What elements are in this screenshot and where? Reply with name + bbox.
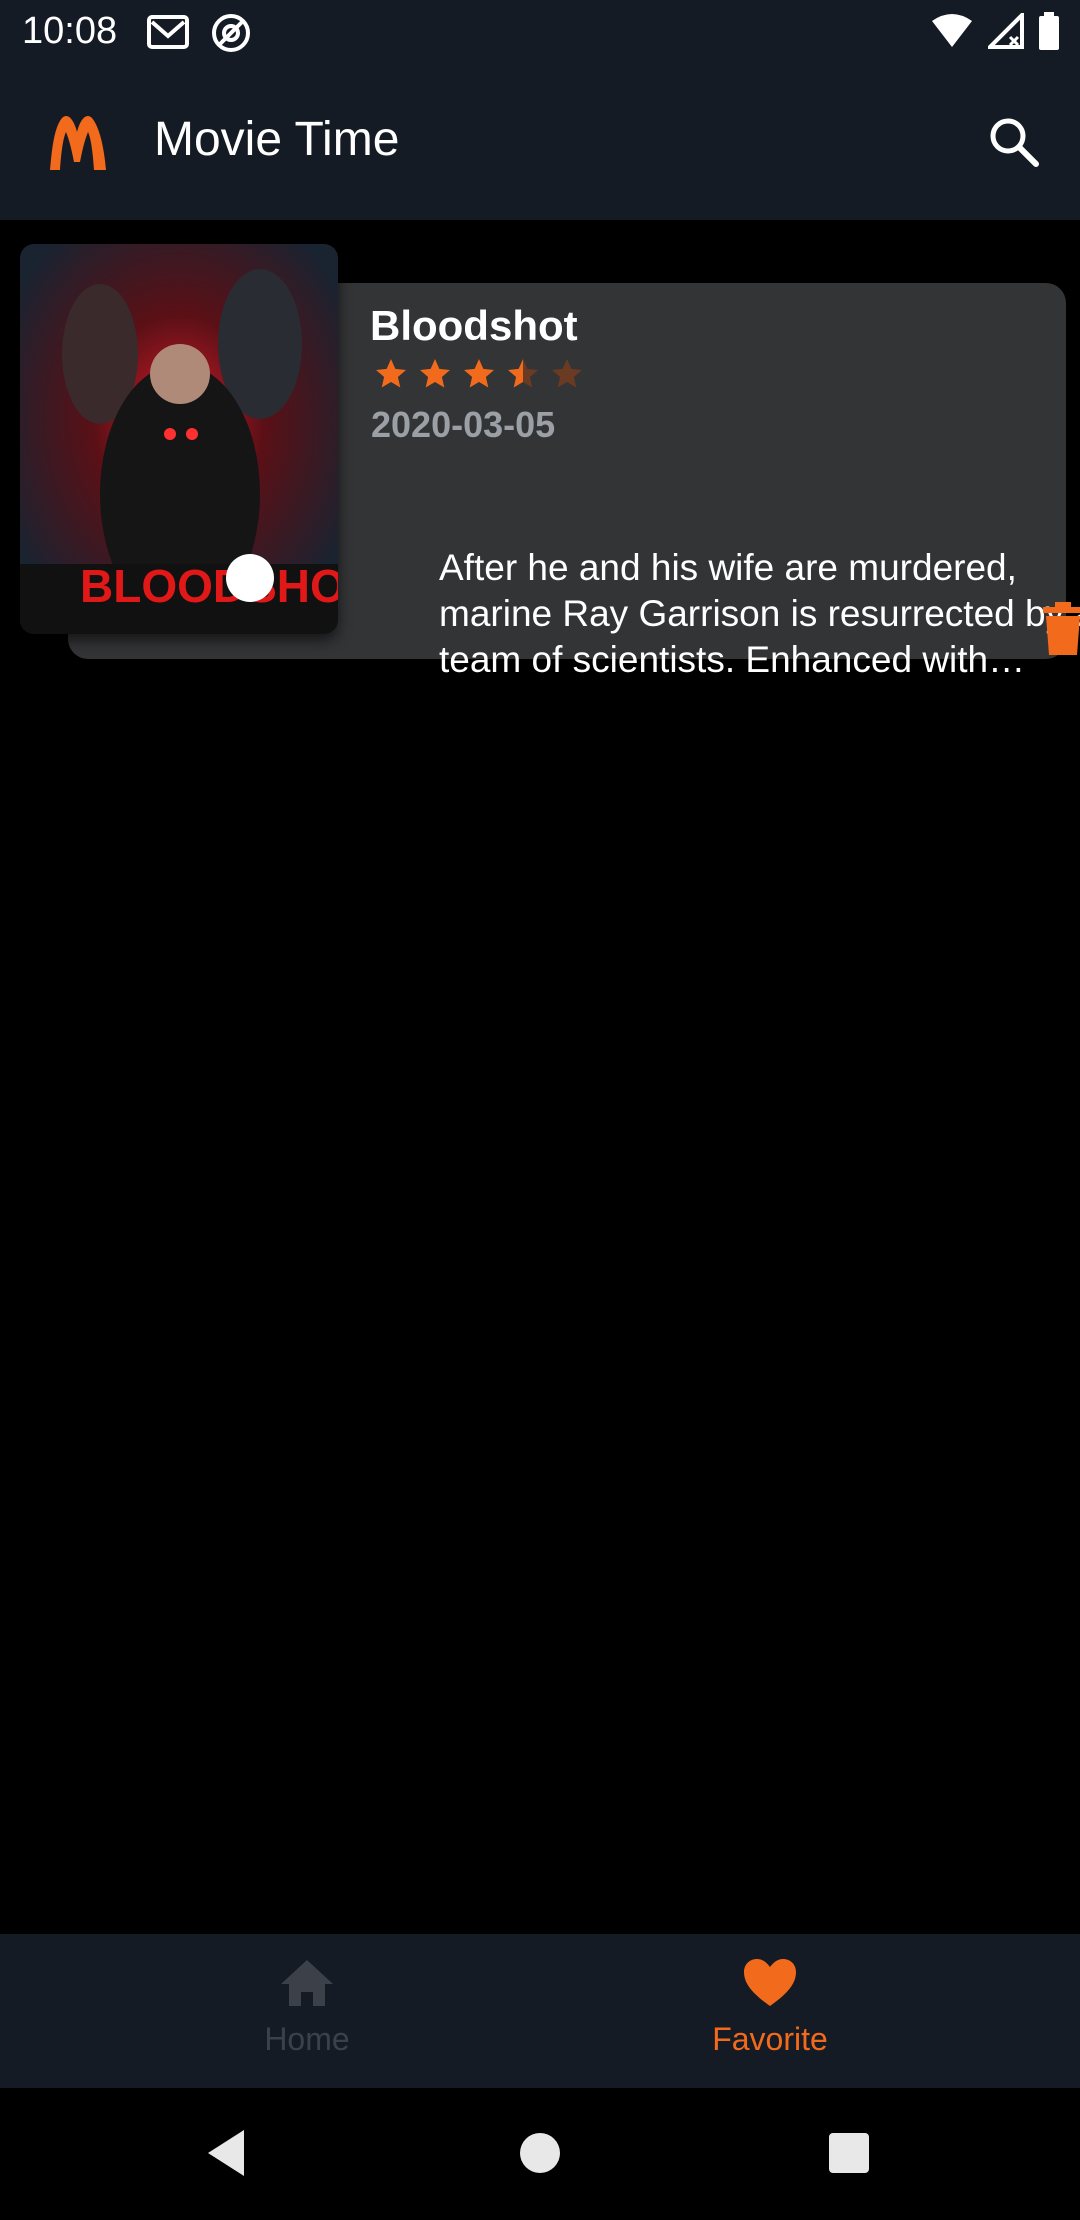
heart-icon (744, 1959, 796, 2006)
star-full-icon (464, 359, 494, 388)
star-half-icon (508, 359, 538, 388)
star-empty-icon (552, 359, 582, 388)
star-full-icon (376, 359, 406, 388)
nav-favorite-label: Favorite (712, 2021, 828, 2057)
trash-icon (1043, 602, 1080, 655)
at-sign-icon (210, 12, 252, 59)
star-full-icon (420, 359, 450, 388)
movie-poster[interactable]: BLOODSHOT (20, 244, 338, 634)
bottom-navigation: Home Favorite (0, 1934, 1080, 2088)
home-circle-icon[interactable] (519, 2132, 561, 2174)
search-button[interactable] (984, 112, 1044, 172)
notification-icons (146, 12, 252, 59)
nav-home-label: Home (264, 2021, 350, 2057)
app-title: Movie Time (154, 113, 400, 166)
status-time: 10:08 (22, 10, 118, 52)
nav-favorite-tab[interactable]: Favorite (620, 1956, 920, 2058)
battery-icon (1038, 12, 1060, 55)
back-icon[interactable] (204, 2128, 248, 2178)
delete-favorite-button[interactable] (1033, 599, 1080, 659)
nav-home-tab[interactable]: Home (157, 1956, 457, 2058)
app-logo-icon (44, 108, 112, 176)
search-icon (990, 118, 1039, 167)
cellular-signal-icon (985, 10, 1024, 54)
status-bar: 10:08 (0, 0, 1080, 66)
movie-release-date: 2020-03-05 (371, 404, 556, 445)
recents-icon[interactable] (828, 2132, 870, 2174)
favorites-list: After he and his wife are murdered, mari… (0, 220, 1080, 1934)
movie-overview: After he and his wife are murdered, mari… (439, 547, 1080, 680)
movie-rating (372, 356, 586, 392)
movie-title: Bloodshot (370, 302, 578, 349)
home-icon (281, 1960, 333, 2006)
system-status-icons (930, 10, 1060, 55)
app-bar: Movie Time (0, 66, 1080, 220)
system-navigation-bar (0, 2088, 1080, 2220)
poster-title-text: BLOODSHOT (80, 560, 338, 612)
wifi-icon (930, 13, 974, 54)
gmail-icon (146, 12, 190, 59)
